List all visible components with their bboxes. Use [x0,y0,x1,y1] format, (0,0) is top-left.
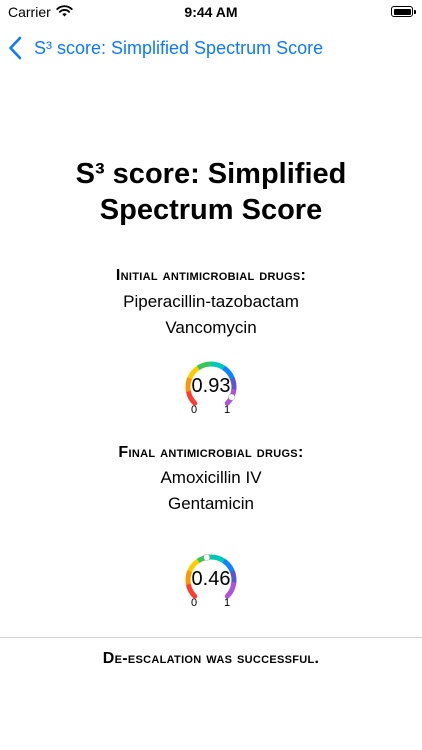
back-button[interactable]: S³ score: Simplified Spectrum Score [0,36,323,60]
gauge-max-label: 1 [224,597,231,609]
page-title: S³ score: Simplified Spectrum Score [0,156,422,228]
initial-drugs-heading: Initial antimicrobial drugs: [115,267,307,284]
gauge-min-label: 0 [191,404,198,416]
status-time: 9:44 AM [184,4,238,20]
gauge-arc-segment [210,554,226,564]
initial-drug-1: Piperacillin-tazobactam [123,292,299,311]
page-title-line-1: S³ score: Simplified [75,158,347,190]
gauge-arc-segment [196,361,212,371]
final-drug-1: Amoxicillin IV [160,468,262,487]
battery-level [393,8,411,15]
gauge-indicator [203,553,211,561]
final-score-gauge: 0.46 0 1 [176,553,246,613]
status-bar: Carrier 9:44 AM [0,0,422,26]
gauge-max-label: 1 [224,404,231,416]
result-message: De-escalation was successful. [102,650,320,667]
final-drugs-heading: Final antimicrobial drugs: [118,444,304,461]
divider [0,637,422,638]
gauge-arc-segment [210,361,226,371]
navigation-bar: S³ score: Simplified Spectrum Score [0,30,422,66]
back-button-label: S³ score: Simplified Spectrum Score [34,37,324,58]
initial-score-gauge: 0.93 0 1 [176,360,246,420]
page-title-line-2: Spectrum Score [99,194,323,226]
battery-icon [391,6,416,17]
initial-score-value: 0.93 [191,375,231,397]
gauge-min-label: 0 [191,597,198,609]
final-score-value: 0.46 [191,568,231,590]
initial-drug-2: Vancomycin [165,318,257,337]
final-drug-2: Gentamicin [168,494,254,513]
chevron-left-icon [8,36,26,60]
